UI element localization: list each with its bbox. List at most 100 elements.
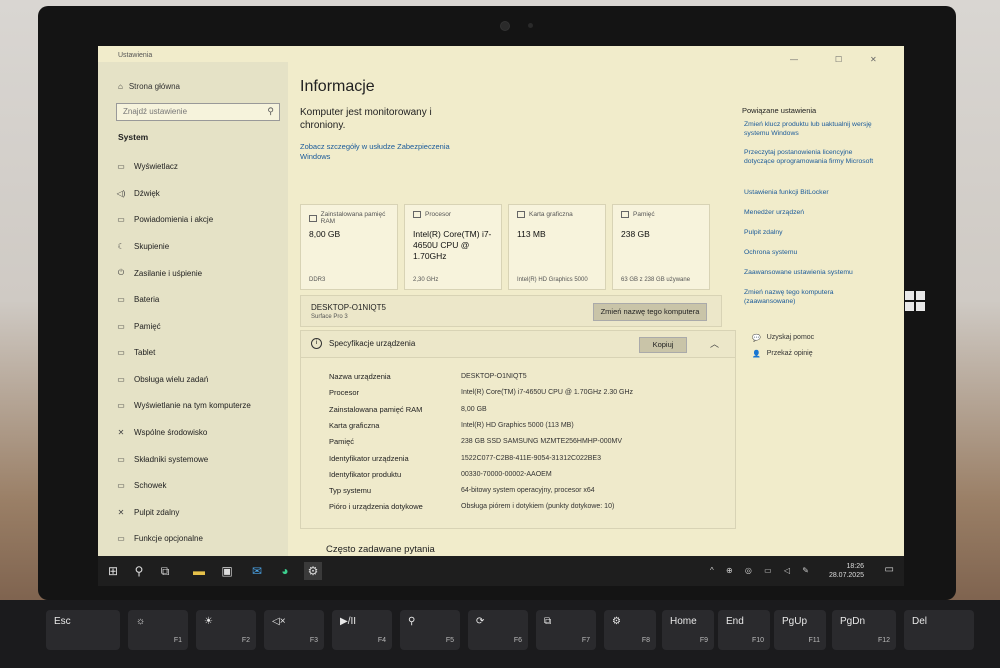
- related-link[interactable]: Zmień nazwę tego komputera (zaawansowane…: [744, 288, 874, 306]
- key-fn-label: F7: [581, 637, 590, 644]
- sidebar-item[interactable]: ◁) Dźwięk: [116, 189, 160, 198]
- sidebar-item-icon: ☾: [117, 241, 125, 251]
- home-icon: ⌂: [118, 82, 123, 91]
- system-tray[interactable]: ^ ⊕ ◎ ▭ ◁ ✎: [710, 566, 814, 575]
- related-link[interactable]: Zaawansowane ustawienia systemu: [744, 268, 874, 277]
- key-label: ⟳: [476, 616, 485, 627]
- sidebar-item[interactable]: ▭ Pamięć: [116, 321, 161, 331]
- sidebar: ⌂ Strona główna Znajdź ustawienie ⚲ Syst…: [98, 62, 288, 562]
- camera-icon: [500, 21, 510, 31]
- key-label: Esc: [54, 616, 71, 627]
- keyboard: Esc ☼ F1 ☀ F2 ◁× F3 ▶/II F4 ⚲ F5 ⟳ F6 ⧉ F7 ⚙ F8 Home F9 End…: [0, 600, 1000, 668]
- sidebar-item[interactable]: ✕ Wspólne środowisko: [116, 428, 208, 437]
- task-view-icon[interactable]: ⧉: [156, 562, 174, 580]
- edge-icon[interactable]: ◕: [276, 562, 294, 580]
- search-input[interactable]: Znajdź ustawienie ⚲: [116, 103, 280, 121]
- sidebar-item[interactable]: ▭ Wyświetlanie na tym komputerze: [116, 401, 251, 410]
- keyboard-key[interactable]: ☀ F2: [196, 610, 256, 650]
- help-icon: 💬: [752, 335, 761, 342]
- copy-button[interactable]: Kopiuj: [639, 337, 687, 353]
- sidebar-item-label: Pamięć: [134, 321, 161, 331]
- sidebar-item-label: Funkcje opcjonalne: [134, 534, 203, 544]
- feedback-link[interactable]: 👤 Przekaż opinię: [752, 350, 813, 358]
- start-button[interactable]: ⊞: [104, 562, 122, 580]
- keyboard-key[interactable]: ◁× F3: [264, 610, 324, 650]
- sidebar-item[interactable]: ▭ Składniki systemowe: [116, 455, 208, 464]
- title-bar: Ustawienia — ☐ ✕: [98, 46, 904, 64]
- key-fn-label: F3: [309, 637, 318, 644]
- related-link[interactable]: Pulpit zdalny: [744, 228, 874, 237]
- sidebar-item[interactable]: ▭ Powiadomienia i akcje: [116, 215, 213, 224]
- clock[interactable]: 18:26 28.07.2025: [829, 562, 864, 580]
- spec-key: Identyfikator urządzenia: [329, 453, 409, 463]
- sidebar-item[interactable]: ▭ Wyświetlacz: [116, 162, 178, 171]
- key-label: ☼: [136, 616, 146, 627]
- settings-taskbar-icon[interactable]: ⚙: [304, 562, 322, 580]
- help-label: Uzyskaj pomoc: [766, 334, 815, 341]
- related-link[interactable]: Przeczytaj postanowienia licencyjne doty…: [744, 148, 874, 166]
- sidebar-item[interactable]: ▭ Obsługa wielu zadań: [116, 375, 208, 384]
- spec-value: Intel(R) Core(TM) i7-4650U CPU @ 1.70GHz…: [461, 389, 634, 397]
- sidebar-item[interactable]: ▭ Funkcje opcjonalne: [116, 534, 203, 543]
- sidebar-item[interactable]: ✕ Pulpit zdalny: [116, 507, 180, 517]
- sidebar-item[interactable]: ▭ Schowek: [116, 481, 166, 490]
- specs-table: Nazwa urządzenia DESKTOP-O1NIQT5 Procesor I…: [300, 358, 736, 529]
- sidebar-item[interactable]: ▭ Bateria: [116, 295, 159, 304]
- keyboard-key[interactable]: ⧉ F7: [536, 610, 596, 650]
- keyboard-key[interactable]: ⚲ F5: [400, 610, 460, 650]
- keyboard-key[interactable]: PgDn F12: [832, 610, 896, 650]
- security-details-link[interactable]: Zobacz szczegóły w usłudze Zabezpieczeni…: [300, 142, 470, 162]
- sensor-icon: [528, 23, 533, 28]
- key-fn-label: F5: [445, 637, 454, 644]
- rename-pc-button[interactable]: Zmień nazwę tego komputera: [593, 303, 707, 321]
- related-link[interactable]: Zmień klucz produktu lub uaktualnij wers…: [744, 120, 874, 138]
- spec-key: Karta graficzna: [329, 420, 380, 430]
- related-link[interactable]: Ochrona systemu: [744, 248, 874, 257]
- mail-icon[interactable]: ✉: [248, 562, 266, 580]
- key-fn-label: F2: [241, 637, 250, 644]
- sidebar-item[interactable]: ⏻ Zasilanie i uśpienie: [116, 268, 202, 278]
- key-fn-label: F6: [513, 637, 522, 644]
- key-label: PgUp: [782, 616, 808, 627]
- cpu-card: Procesor Intel(R) Core(TM) i7-4650U CPU …: [404, 204, 502, 290]
- notification-icon[interactable]: ▭: [885, 564, 894, 575]
- sidebar-item-label: Pulpit zdalny: [134, 507, 180, 517]
- keyboard-key[interactable]: PgUp F11: [774, 610, 826, 650]
- card-sub: 2,30 GHz: [413, 277, 439, 283]
- keyboard-key[interactable]: ⟳ F6: [468, 610, 528, 650]
- sidebar-item-icon: ⏻: [117, 268, 125, 278]
- related-link[interactable]: Menedżer urządzeń: [744, 208, 874, 217]
- keyboard-key[interactable]: Esc: [46, 610, 120, 650]
- store-icon[interactable]: ▣: [218, 562, 236, 580]
- chevron-up-icon[interactable]: ︿: [710, 337, 719, 350]
- spec-key: Pamięć: [329, 437, 355, 447]
- windows-logo-icon[interactable]: [905, 291, 925, 311]
- sidebar-item-icon: ◁): [116, 188, 126, 198]
- device-specs-header[interactable]: i Specyfikacje urządzenia Kopiuj ︿: [300, 330, 736, 358]
- related-settings-panel: Powiązane ustawienia Zmień klucz produkt…: [742, 62, 902, 562]
- sidebar-home[interactable]: ⌂ Strona główna: [118, 82, 180, 91]
- sidebar-item-icon: ▭: [117, 454, 125, 464]
- file-explorer-icon[interactable]: ▬: [190, 562, 208, 580]
- keyboard-key[interactable]: ▶/II F4: [332, 610, 392, 650]
- keyboard-key[interactable]: Del: [904, 610, 974, 650]
- key-label: PgDn: [840, 616, 866, 627]
- card-label: Pamięć: [633, 211, 655, 218]
- search-taskbar-icon[interactable]: ⚲: [130, 562, 148, 580]
- key-fn-label: F9: [699, 637, 708, 644]
- sidebar-item-icon: ▭: [117, 321, 125, 331]
- keyboard-key[interactable]: Home F9: [662, 610, 714, 650]
- search-icon: ⚲: [267, 106, 274, 116]
- get-help-link[interactable]: 💬 Uzyskaj pomoc: [752, 334, 814, 342]
- key-fn-label: F10: [751, 637, 764, 644]
- sidebar-item[interactable]: ☾ Skupienie: [116, 242, 169, 251]
- related-link[interactable]: Ustawienia funkcji BitLocker: [744, 188, 874, 197]
- keyboard-key[interactable]: ☼ F1: [128, 610, 188, 650]
- card-value: 113 MB: [517, 229, 546, 239]
- keyboard-key[interactable]: End F10: [718, 610, 770, 650]
- sidebar-item-label: Skupienie: [134, 241, 170, 251]
- keyboard-key[interactable]: ⚙ F8: [604, 610, 656, 650]
- search-placeholder: Znajdź ustawienie: [123, 107, 188, 116]
- sidebar-item[interactable]: ▭ Tablet: [116, 348, 155, 357]
- ram-card: Zainstalowana pamięć RAM 8,00 GB DDR3: [300, 204, 398, 290]
